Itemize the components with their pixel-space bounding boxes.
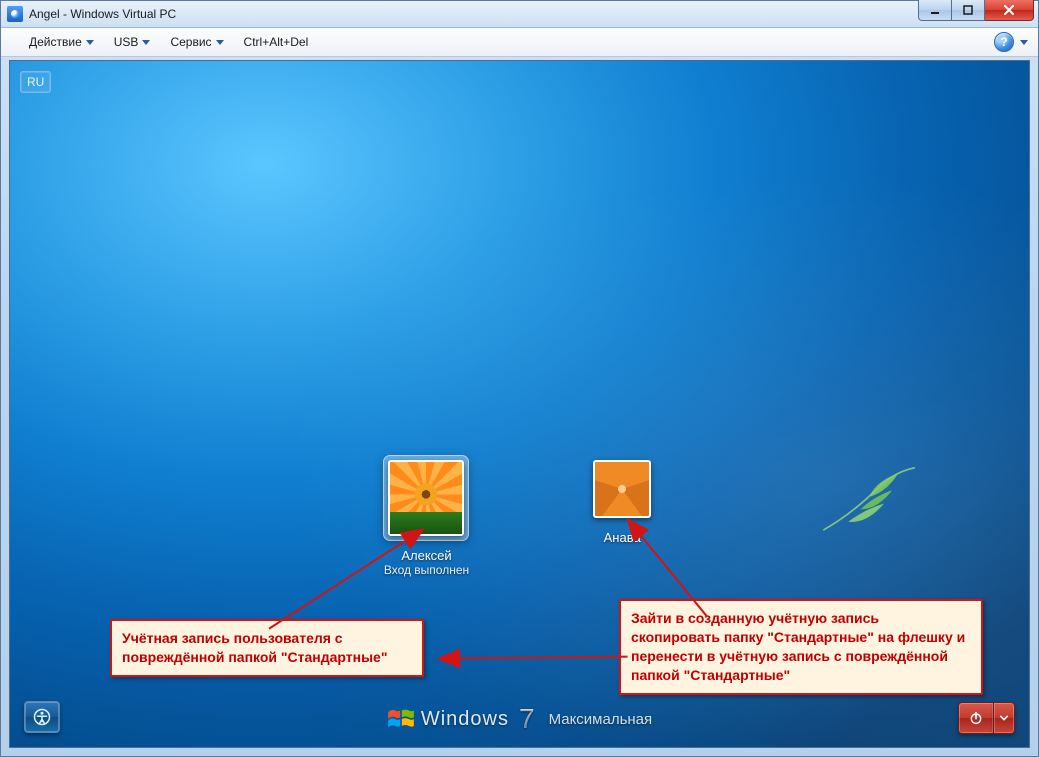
app-icon — [7, 6, 23, 22]
annotation-left: Учётная запись пользователя с повреждённ… — [110, 619, 424, 677]
vm-window: Angel - Windows Virtual PC Действие USB … — [0, 0, 1039, 757]
annotation-right: Зайти в созданную учётную запись скопиро… — [619, 599, 983, 695]
user-avatar — [593, 460, 651, 518]
menu-usb[interactable]: USB — [104, 31, 161, 53]
user-avatar — [388, 460, 464, 536]
help-button[interactable]: ? — [994, 32, 1014, 52]
os-branding: Windows 7 Максимальная — [10, 707, 1029, 731]
menu-action[interactable]: Действие — [19, 31, 104, 53]
titlebar: Angel - Windows Virtual PC — [1, 1, 1038, 28]
menu-action-label: Действие — [29, 35, 82, 49]
vm-viewport: RU Алексей Вход выполнен Анава — [9, 60, 1030, 748]
user-name: Алексей — [401, 548, 451, 563]
user-avatar-frame — [589, 456, 655, 522]
menu-usb-label: USB — [114, 35, 139, 49]
window-controls — [918, 0, 1034, 20]
menu-cad[interactable]: Ctrl+Alt+Del — [234, 31, 319, 53]
chevron-down-icon — [1020, 40, 1028, 45]
user-name: Анава — [604, 530, 641, 545]
language-indicator[interactable]: RU — [20, 71, 51, 93]
brand-edition: Максимальная — [549, 711, 653, 728]
user-tile-aleksey[interactable]: Алексей Вход выполнен — [384, 456, 469, 577]
brand-version: 7 — [515, 707, 539, 731]
window-title: Angel - Windows Virtual PC — [29, 7, 176, 21]
user-list: Алексей Вход выполнен Анава — [10, 456, 1029, 577]
minimize-button[interactable] — [918, 0, 952, 21]
windows-logo-icon — [387, 707, 415, 731]
user-tile-anava[interactable]: Анава — [589, 456, 655, 577]
chevron-down-icon — [216, 40, 224, 45]
user-status: Вход выполнен — [384, 563, 469, 577]
menu-cad-label: Ctrl+Alt+Del — [244, 35, 309, 49]
user-avatar-frame — [384, 456, 468, 540]
maximize-button[interactable] — [952, 0, 985, 21]
menu-service-label: Сервис — [170, 35, 211, 49]
close-button[interactable] — [985, 0, 1034, 21]
menubar: Действие USB Сервис Ctrl+Alt+Del ? — [1, 28, 1038, 57]
chevron-down-icon — [86, 40, 94, 45]
menu-service[interactable]: Сервис — [160, 31, 233, 53]
brand-name: Windows — [421, 708, 509, 731]
chevron-down-icon — [142, 40, 150, 45]
